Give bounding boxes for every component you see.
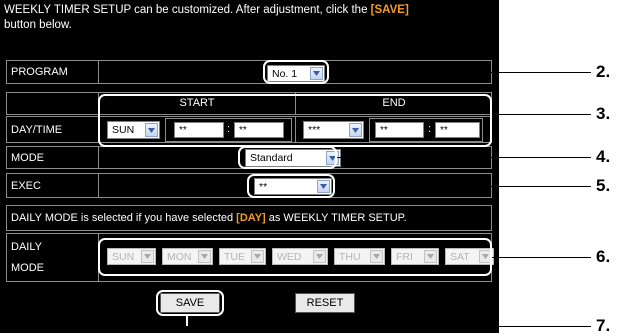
callout-number-5: 5.	[596, 176, 611, 195]
leader-line-2	[329, 72, 591, 73]
save-keyword: [SAVE]	[370, 4, 409, 16]
callout-day-time	[98, 94, 492, 147]
reset-button[interactable]: RESET	[295, 293, 355, 313]
intro-text-part: WEEKLY TIMER SETUP can be customized. Af…	[4, 4, 371, 16]
callout-program	[263, 60, 329, 84]
callout-number-4: 4.	[596, 147, 611, 166]
timer-setup-panel: WEEKLY TIMER SETUP can be customized. Af…	[0, 0, 499, 333]
callout-exec	[247, 174, 335, 198]
intro-text-part: button below.	[4, 19, 72, 31]
daily-mode-label-line: MODE	[11, 261, 44, 274]
callout-number-3: 3.	[596, 104, 611, 123]
callout-daily-mode	[98, 238, 492, 276]
leader-line-4	[337, 157, 591, 158]
callout-number-2: 2.	[596, 62, 611, 81]
daily-mode-label: DAILY MODE	[7, 234, 99, 281]
callout-number-7: 7.	[596, 316, 611, 335]
leader-line-5	[335, 186, 591, 187]
leader-line-3	[492, 114, 591, 115]
daily-note-text: DAILY MODE is selected if you have selec…	[11, 212, 234, 224]
callout-save	[156, 290, 224, 316]
intro-text: WEEKLY TIMER SETUP can be customized. Af…	[4, 3, 494, 33]
program-label: PROGRAM	[7, 61, 99, 83]
day-time-label: DAY/TIME	[7, 117, 99, 142]
leader-line-7	[187, 326, 591, 327]
daily-mode-label-line: DAILY	[11, 240, 42, 253]
save-leader-stub	[186, 316, 188, 326]
exec-label: EXEC	[7, 174, 99, 197]
daily-mode-note: DAILY MODE is selected if you have selec…	[6, 205, 492, 231]
callout-mode	[238, 146, 337, 169]
day-keyword: [DAY]	[236, 212, 266, 224]
daily-note-text: as WEEKLY TIMER SETUP.	[268, 212, 407, 224]
mode-label: MODE	[7, 147, 99, 168]
leader-line-6	[492, 257, 591, 258]
callout-number-6: 6.	[596, 247, 611, 266]
empty-label	[7, 93, 99, 114]
